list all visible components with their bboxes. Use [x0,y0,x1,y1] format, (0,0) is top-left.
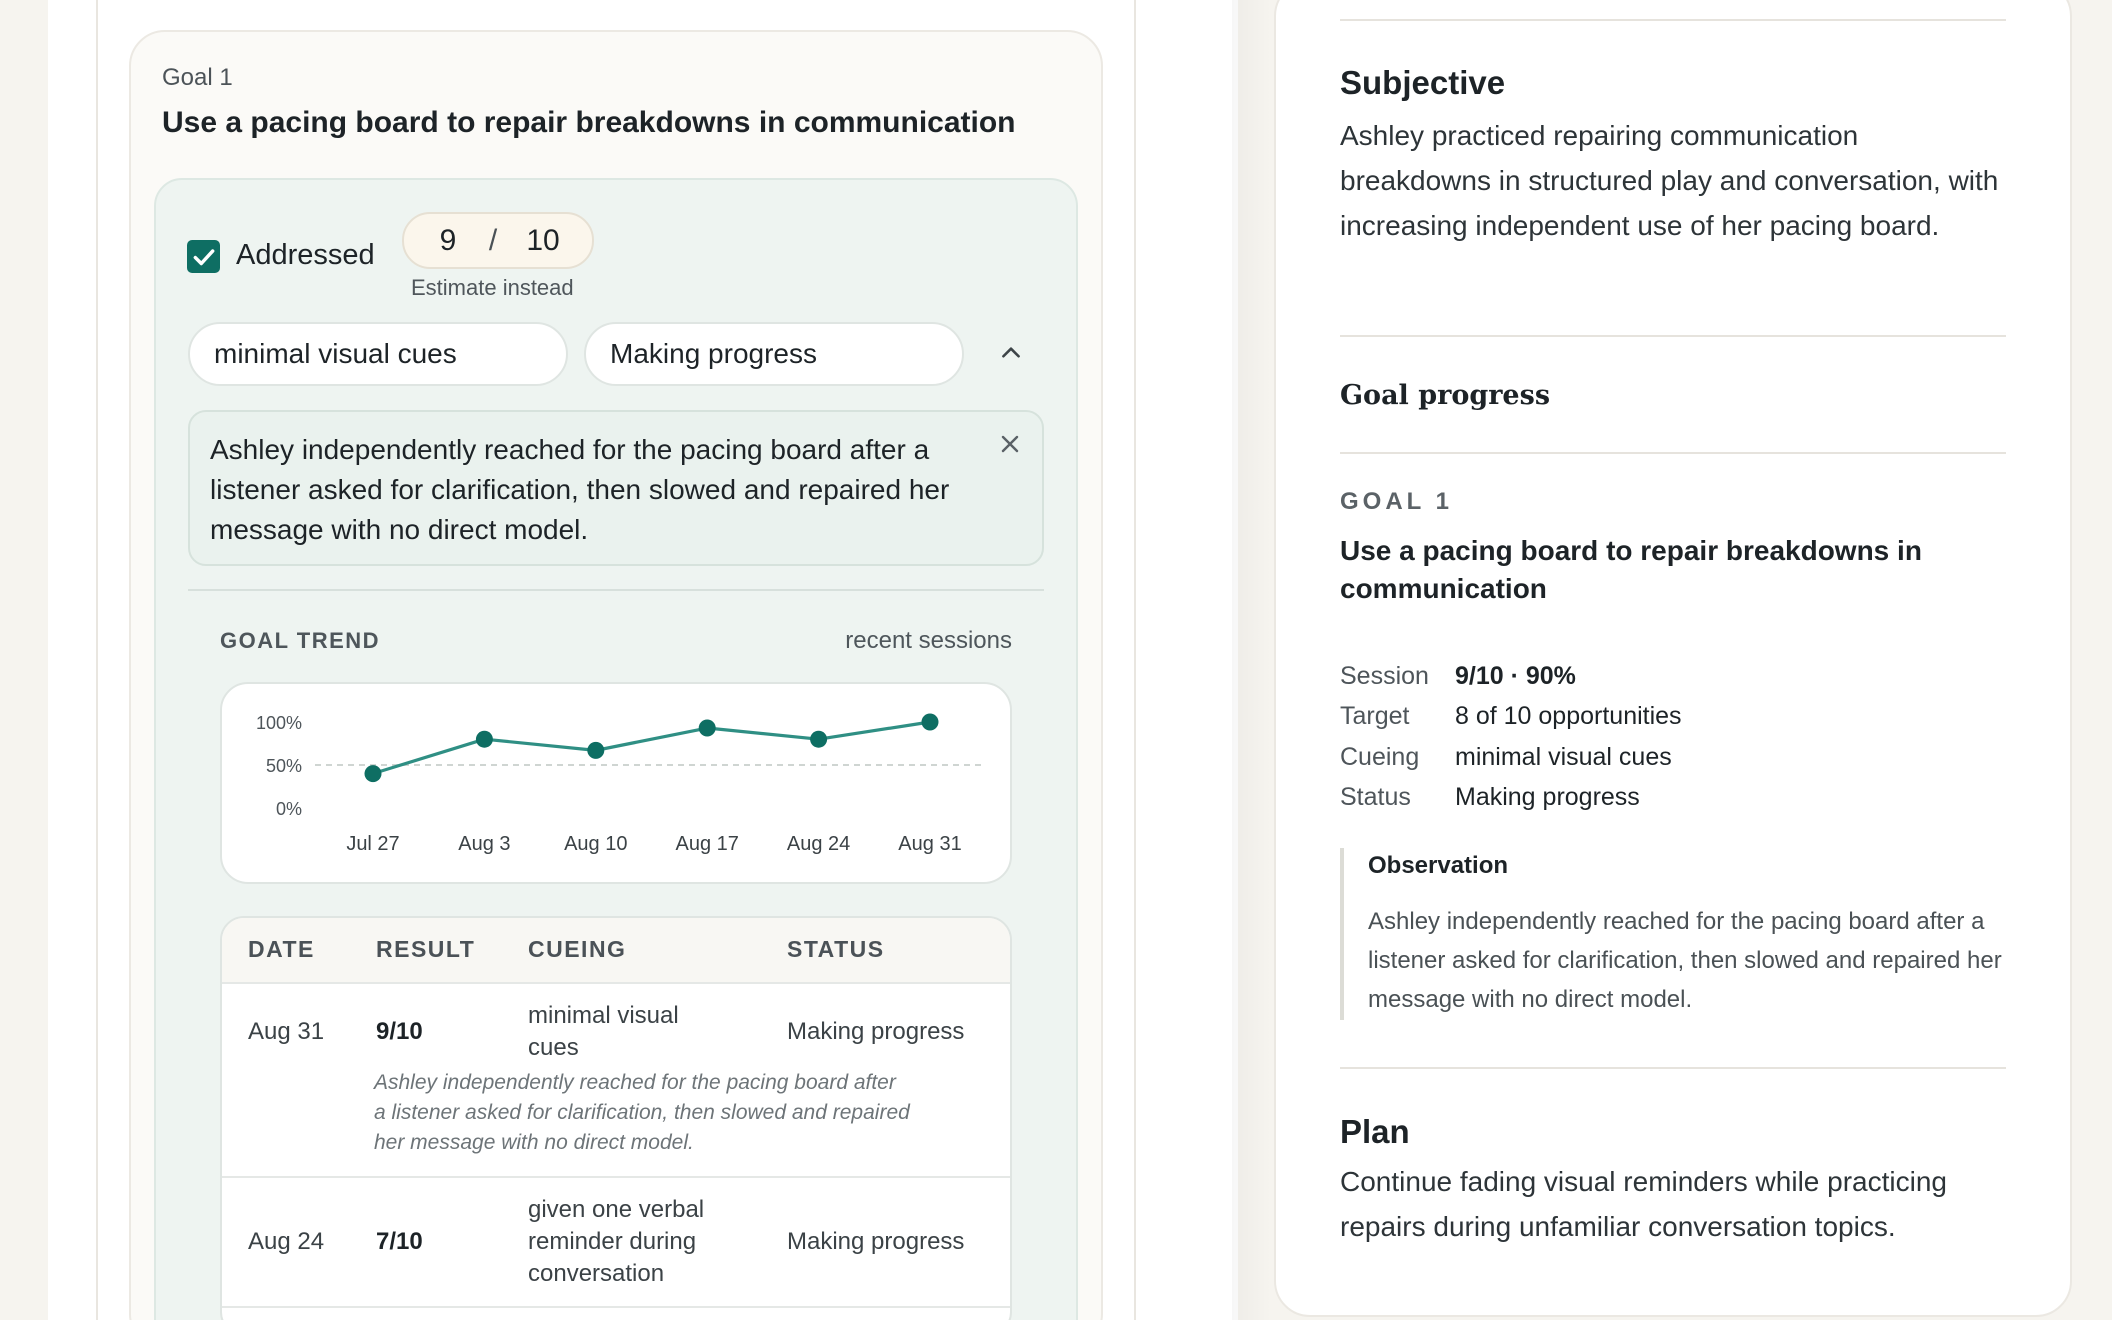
target-key: Target [1340,702,1410,730]
session-key: Session [1340,662,1429,690]
summary-divider [1340,335,2006,337]
cueing-key: Cueing [1340,743,1420,771]
subjective-text: Ashley practiced repairing communication… [1340,120,1999,241]
goal-trend-title: GOAL TREND [220,628,381,653]
close-icon [1001,435,1019,453]
y-tick-label: 100% [256,713,302,733]
observation-heading: Observation [1368,852,1509,879]
status-select-value: Making progress [610,338,817,369]
subjective-heading: Subjective [1340,64,1506,101]
row-result: 7/10 [376,1228,423,1255]
addressed-checkbox[interactable] [187,240,220,273]
row-cueing-line: minimal visual [528,1002,679,1029]
x-tick-label: Aug 24 [787,833,850,855]
cueing-select-value: minimal visual cues [214,338,457,369]
summary-divider [1340,1067,2006,1069]
row-note-line: a listener asked for clarification, then… [374,1101,910,1124]
x-tick-label: Aug 3 [458,833,510,855]
x-tick-label: Aug 10 [564,833,627,855]
status-select[interactable]: Making progress [584,322,964,386]
row-cueing-line: conversation [528,1260,665,1287]
session-value: 9/10 · 90% [1455,662,1576,690]
table-row: Aug 31 9/10 minimal visual cues Making p… [222,984,1010,1178]
data-point [921,713,939,731]
summary-goal-title: Use a pacing board to repair breakdowns … [1340,535,1922,604]
y-tick-label: 0% [276,799,302,819]
score-correct-field[interactable]: 9 [428,224,468,258]
check-icon [193,248,214,265]
header-date: DATE [248,936,315,962]
row-result: 9/10 [376,1018,423,1045]
section-divider [188,589,1044,591]
observation-text: Ashley independently reached for the pac… [1368,908,2002,1013]
goal-progress-heading: Goal progress [1340,380,1551,411]
history-table-header: DATE RESULT CUEING STATUS [222,918,1010,984]
summary-divider [1340,19,2006,21]
plan-heading: Plan [1340,1113,1410,1150]
summary-divider [1340,452,2006,454]
row-date: Aug 24 [248,1228,325,1255]
x-tick-label: Jul 27 [346,833,399,855]
goal-title: Use a pacing board to repair breakdowns … [162,106,1016,139]
goal-label: Goal 1 [162,64,233,91]
history-table: DATE RESULT CUEING STATUS Aug 31 9/10 mi… [220,916,1012,1320]
header-status: STATUS [787,936,885,962]
row-date: Aug 31 [248,1018,325,1045]
row-status: Making progress [787,1018,965,1045]
data-point [475,730,493,748]
data-point [364,765,382,783]
status-value: Making progress [1455,783,1640,811]
chevron-up-icon [1002,347,1020,358]
row-cueing-line: reminder during [528,1228,697,1255]
session-note-field[interactable]: Ashley independently reached for the pac… [188,410,1044,566]
x-tick-label: Aug 31 [898,833,961,855]
x-tick-label: Aug 17 [676,833,739,855]
plan-text: Continue fading visual reminders while p… [1340,1166,1947,1242]
header-cueing: CUEING [528,936,627,962]
addressed-label[interactable]: Addressed [236,239,375,272]
summary-goal-label: GOAL 1 [1340,488,1453,515]
session-note-text: Ashley independently reached for the pac… [210,434,950,545]
score-separator: / [488,223,498,257]
row-cueing-line: cues [528,1034,579,1061]
data-point [810,730,828,748]
score-input[interactable]: 9 / 10 [402,212,594,269]
goal-trend-range: recent sessions [845,627,1012,654]
row-status: Making progress [787,1228,965,1255]
observation-quote-bar [1340,848,1344,1020]
collapse-button[interactable] [996,338,1026,368]
target-value: 8 of 10 opportunities [1455,702,1682,730]
row-note-line: her message with no direct model. [374,1131,694,1154]
header-result: RESULT [376,936,476,962]
cueing-select[interactable]: minimal visual cues [188,322,568,386]
panel-shadow [1232,0,1272,1320]
row-note-line: Ashley independently reached for the pac… [374,1071,896,1094]
cueing-value: minimal visual cues [1455,743,1672,771]
row-cueing-line: given one verbal [528,1196,705,1223]
status-key: Status [1340,783,1411,811]
trend-chart: 100% 50% 0% Jul 27 Aug 3 Aug 10 Aug 17 Aug 24 Au… [256,713,985,855]
score-total-field[interactable]: 10 [518,224,568,258]
clear-note-button[interactable] [998,432,1022,456]
estimate-instead-link[interactable]: Estimate instead [411,275,574,301]
data-point [587,741,605,759]
table-row: Aug 24 7/10 given one verbal reminder du… [222,1178,1010,1308]
data-point [698,719,716,737]
y-tick-label: 50% [266,756,302,776]
